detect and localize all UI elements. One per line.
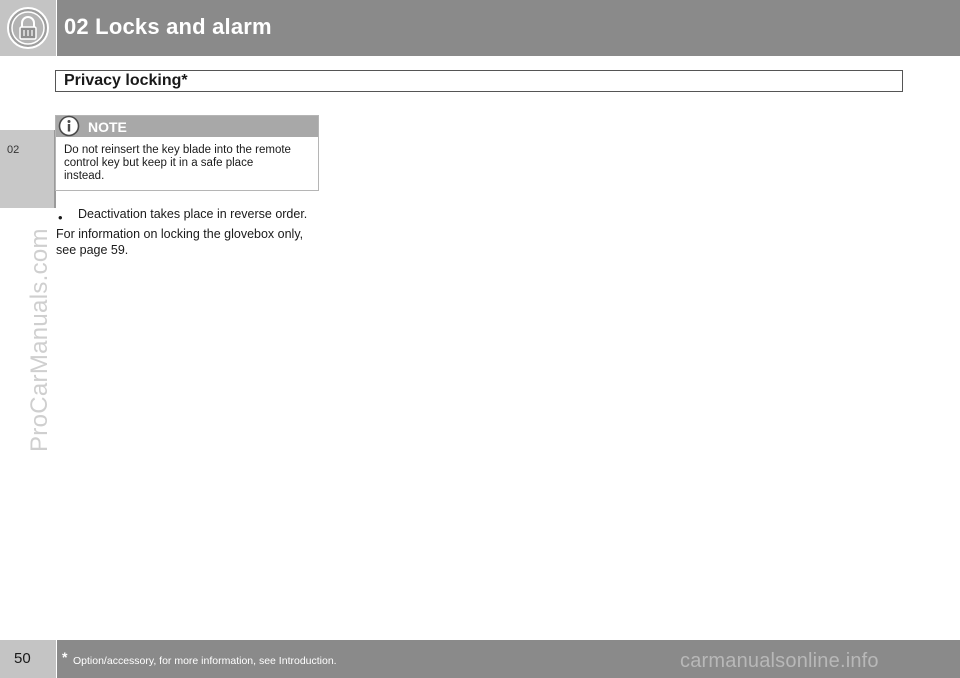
side-watermark: ProCarManuals.com	[26, 228, 53, 452]
note-line: Do not reinsert the key blade into the r…	[64, 144, 291, 156]
bullet-text: Deactivation takes place in reverse orde…	[78, 207, 308, 221]
paragraph-line: For information on locking the glovebox …	[56, 227, 304, 241]
note-title: NOTE	[88, 119, 127, 135]
note-text: Do not reinsert the key blade into the r…	[64, 144, 316, 183]
info-paragraph: For information on locking the glovebox …	[56, 226, 321, 258]
bullet-marker: •	[58, 210, 63, 225]
footnote-text: Option/accessory, for more information, …	[73, 655, 337, 667]
chapter-title: 02 Locks and alarm	[64, 14, 272, 39]
info-icon	[58, 115, 80, 137]
lock-icon	[7, 7, 49, 49]
section-title: Privacy locking*	[64, 72, 188, 89]
footnote-asterisk: *	[62, 649, 68, 665]
chapter-side-tab-label: 02	[7, 144, 20, 156]
note-line: instead.	[64, 170, 105, 182]
chapter-side-tab	[0, 130, 56, 208]
note-line: control key but keep it in a safe place	[64, 157, 254, 169]
paragraph-line: see page 59.	[56, 243, 129, 257]
footer-watermark: carmanualsonline.info	[680, 650, 879, 672]
page-number: 50	[14, 650, 31, 667]
header-icon-area	[0, 0, 56, 56]
